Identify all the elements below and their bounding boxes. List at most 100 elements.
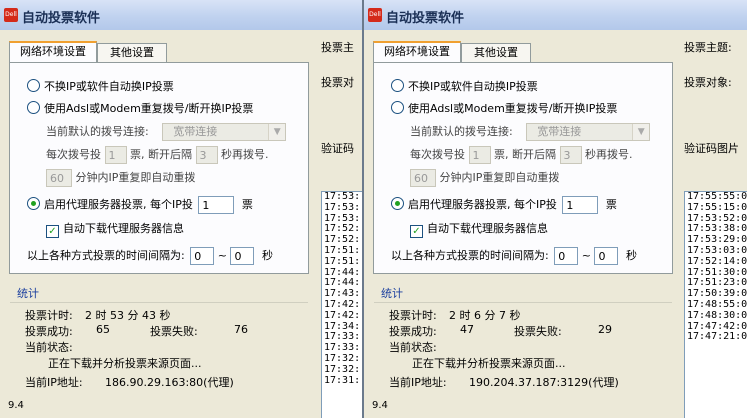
interval-to-input[interactable]: 0: [594, 247, 619, 265]
tab-other-settings[interactable]: 其他设置: [97, 43, 167, 62]
dial-connection-select[interactable]: 宽带连接 ▼: [526, 123, 651, 141]
radio-no-switch-ip[interactable]: [391, 79, 404, 92]
ip-repeat-minutes-input[interactable]: 60: [410, 169, 436, 187]
interval-unit-label: 秒: [625, 249, 637, 262]
option-no-switch-ip[interactable]: 不换IP或软件自动换IP投票: [27, 78, 174, 94]
chevron-down-icon: ▼: [632, 124, 650, 140]
option-label: 自动下载代理服务器信息: [427, 222, 548, 235]
every-vote-label: 每次拨号投: [46, 148, 101, 161]
radio-no-switch-ip[interactable]: [27, 79, 40, 92]
vote-success-value: 47: [460, 323, 474, 336]
ip-repeat-label: 分钟内IP重复即自动重拨: [75, 171, 196, 184]
dial-connection-value: 宽带连接: [173, 125, 218, 138]
log-entry: 17:48:30:0: [687, 309, 747, 321]
seconds-redial-label: 秒再拨号.: [221, 148, 269, 161]
chevron-down-icon: ▼: [268, 124, 286, 140]
vote-log-list[interactable]: 17:55:55:0 17:55:15:0 17:53:52:0 17:53:38:0…: [684, 191, 747, 418]
interval-row: 以上各种方式投票的时间间隔为: 0 ~ 0 秒: [27, 247, 273, 265]
ip-repeat-minutes-input[interactable]: 60: [46, 169, 72, 187]
captcha-label: 验证码图片: [684, 142, 739, 155]
vote-success-label: 投票成功:: [389, 325, 437, 338]
captcha-label: 验证码: [321, 142, 354, 155]
interval-label: 以上各种方式投票的时间间隔为:: [391, 249, 549, 262]
option-adsl-redial[interactable]: 使用Adsl或Modem重复拨号/断开换IP投票: [391, 100, 617, 116]
interval-from-input[interactable]: 0: [554, 247, 579, 265]
option-label: 使用Adsl或Modem重复拨号/断开换IP投票: [44, 102, 254, 115]
stats-section: 投票计时: 2 时 53 分 43 秒 投票成功: 65 投票失败: 76 当前…: [10, 302, 308, 399]
version-label: 9.4: [372, 400, 388, 411]
vote-success-value: 65: [96, 323, 110, 336]
tab-other-settings[interactable]: 其他设置: [461, 43, 531, 62]
tab-network-settings[interactable]: 网络环境设置: [9, 41, 97, 62]
status-label: 当前状态:: [25, 341, 73, 354]
current-ip-value: 186.90.29.163:80(代理): [105, 376, 234, 389]
log-entry: 17:52:14:0: [687, 255, 747, 267]
status-label: 当前状态:: [389, 341, 437, 354]
dial-connection-row: 当前默认的拨号连接: 宽带连接 ▼: [410, 123, 651, 141]
redial-row: 每次拨号投 1 票, 断开后隔 3 秒再拨号.: [46, 146, 269, 164]
network-settings-panel: 不换IP或软件自动换IP投票 使用Adsl或Modem重复拨号/断开换IP投票 …: [373, 62, 673, 274]
vote-topic-label: 投票主: [321, 41, 354, 54]
redial-seconds-input[interactable]: 3: [559, 146, 582, 164]
votes-per-dial-input[interactable]: 1: [468, 146, 491, 164]
radio-proxy-vote[interactable]: [391, 197, 404, 210]
vote-timer-value: 2 时 6 分 7 秒: [449, 309, 521, 322]
radio-adsl-redial[interactable]: [27, 101, 40, 114]
vote-after-label: 票, 断开后隔: [494, 148, 556, 161]
votes-per-ip-input[interactable]: 1: [562, 196, 599, 214]
stats-heading: 统计: [381, 287, 403, 300]
log-entry: 17:53:: [324, 201, 361, 213]
option-no-switch-ip[interactable]: 不换IP或软件自动换IP投票: [391, 78, 538, 94]
log-entry: 17:51:: [324, 255, 361, 267]
vote-timer-value: 2 时 53 分 43 秒: [85, 309, 171, 322]
vote-target-label: 投票对: [321, 76, 354, 89]
tab-network-settings[interactable]: 网络环境设置: [373, 41, 461, 62]
option-adsl-redial[interactable]: 使用Adsl或Modem重复拨号/断开换IP投票: [27, 100, 253, 116]
vote-fail-value: 29: [598, 323, 612, 336]
checkbox-auto-download[interactable]: ✓: [410, 225, 423, 238]
vote-log-list[interactable]: 17:53: 17:53: 17:53: 17:52: 17:52: 17:51: 17:5…: [321, 191, 362, 418]
option-label: 自动下载代理服务器信息: [63, 222, 184, 235]
interval-label: 以上各种方式投票的时间间隔为:: [27, 249, 185, 262]
status-value: 正在下载并分析投票来源页面...: [412, 357, 566, 370]
checkbox-auto-download[interactable]: ✓: [46, 225, 59, 238]
vote-topic-label: 投票主题:: [684, 41, 732, 54]
stats-section: 投票计时: 2 时 6 分 7 秒 投票成功: 47 投票失败: 29 当前状态…: [374, 302, 672, 399]
interval-from-input[interactable]: 0: [190, 247, 215, 265]
log-entry: 17:31:: [324, 374, 361, 386]
radio-adsl-redial[interactable]: [391, 101, 404, 114]
option-label: 不换IP或软件自动换IP投票: [408, 80, 538, 93]
seconds-redial-label: 秒再拨号.: [585, 148, 633, 161]
status-value: 正在下载并分析投票来源页面...: [48, 357, 202, 370]
option-auto-download[interactable]: ✓ 自动下载代理服务器信息: [410, 220, 548, 238]
dial-connection-select[interactable]: 宽带连接 ▼: [162, 123, 287, 141]
votes-per-ip-input[interactable]: 1: [198, 196, 235, 214]
current-ip-label: 当前IP地址:: [25, 376, 83, 389]
current-ip-label: 当前IP地址:: [389, 376, 447, 389]
interval-to-input[interactable]: 0: [230, 247, 255, 265]
interval-unit-label: 秒: [261, 249, 273, 262]
window-title: 自动投票软件: [22, 11, 101, 26]
vote-timer-label: 投票计时:: [25, 309, 73, 322]
log-entry: 17:42:: [324, 309, 361, 321]
version-label: 9.4: [8, 400, 24, 411]
dial-connection-value: 宽带连接: [537, 125, 582, 138]
vote-fail-value: 76: [234, 323, 248, 336]
radio-proxy-vote[interactable]: [27, 197, 40, 210]
proxy-unit-label: 票: [605, 198, 617, 211]
vote-app-window-2: Dell 自动投票软件 网络环境设置 其他设置 不换IP或软件自动换IP投票 使…: [364, 0, 747, 418]
app-logo-icon: Dell: [368, 8, 382, 22]
app-logo-icon: Dell: [4, 8, 18, 22]
option-label: 使用Adsl或Modem重复拨号/断开换IP投票: [408, 102, 618, 115]
interval-tilde: ~: [217, 249, 227, 262]
vote-app-window-1: Dell 自动投票软件 网络环境设置 其他设置 不换IP或软件自动换IP投票 使…: [0, 0, 362, 418]
option-proxy-vote[interactable]: 启用代理服务器投票, 每个IP投 1 票: [27, 196, 253, 214]
option-label: 不换IP或软件自动换IP投票: [44, 80, 174, 93]
votes-per-dial-input[interactable]: 1: [104, 146, 127, 164]
title-bar[interactable]: Dell 自动投票软件: [0, 0, 362, 30]
option-auto-download[interactable]: ✓ 自动下载代理服务器信息: [46, 220, 184, 238]
every-vote-label: 每次拨号投: [410, 148, 465, 161]
title-bar[interactable]: Dell 自动投票软件: [364, 0, 747, 30]
redial-seconds-input[interactable]: 3: [195, 146, 218, 164]
option-proxy-vote[interactable]: 启用代理服务器投票, 每个IP投 1 票: [391, 196, 617, 214]
